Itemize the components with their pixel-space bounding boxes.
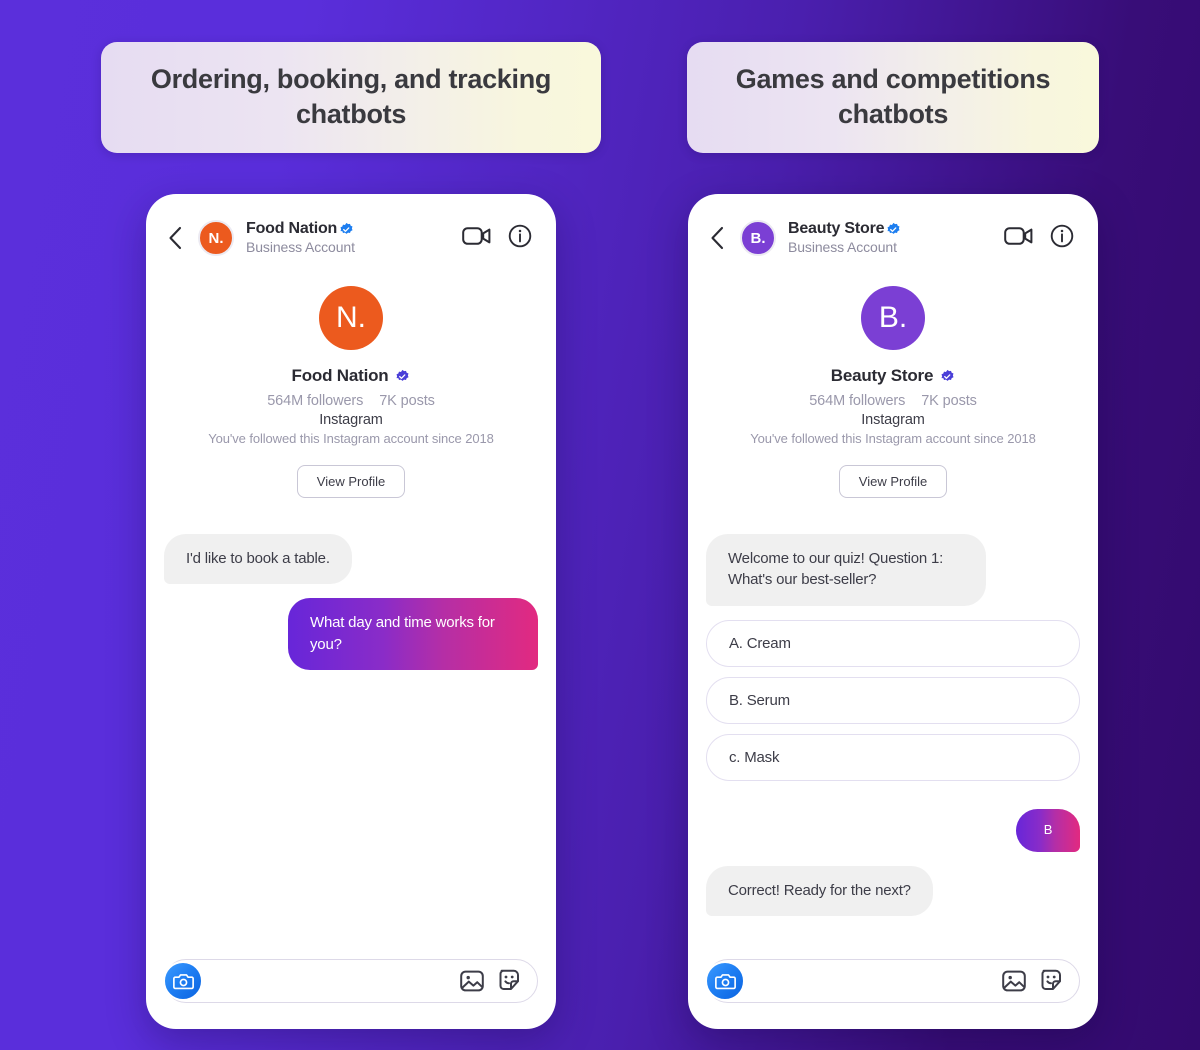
- sticker-icon[interactable]: [497, 968, 523, 994]
- sticker-icon[interactable]: [1039, 968, 1065, 994]
- camera-icon[interactable]: [705, 961, 745, 1002]
- photo-icon[interactable]: [459, 968, 485, 994]
- incoming-message-bubble: Correct! Ready for the next?: [706, 866, 933, 917]
- photo-icon[interactable]: [1001, 968, 1027, 994]
- profile-name: Beauty Store: [830, 366, 934, 386]
- composer-1: [146, 959, 556, 1029]
- outgoing-message-bubble: What day and time works for you?: [288, 598, 538, 670]
- message-row: B: [706, 808, 1080, 853]
- chevron-left-icon[interactable]: [164, 223, 186, 253]
- chat-title-block-2: Beauty Store Business Account: [788, 220, 992, 255]
- profile-stats: 564M followers 7K posts: [166, 393, 536, 409]
- message-row: I'd like to book a table.: [164, 534, 538, 585]
- info-circle-icon[interactable]: [1050, 224, 1074, 253]
- banner-title-1: Ordering, booking, and tracking chatbots: [150, 64, 552, 129]
- profile-block-1: N. Food Nation 564M followers 7K posts I…: [146, 264, 556, 499]
- profile-followers: 564M followers: [267, 393, 364, 410]
- profile-platform: Instagram: [319, 412, 383, 429]
- chat-messages-2: Welcome to our quiz! Question 1: What's …: [688, 498, 1098, 959]
- camera-icon[interactable]: [163, 961, 203, 1002]
- quiz-options: A. Cream B. Serum c. Mask: [706, 619, 1080, 781]
- panel-games-competitions: Games and competitions chatbots B. Beaut…: [687, 42, 1099, 1050]
- profile-posts: 7K posts: [921, 393, 977, 410]
- message-row: What day and time works for you?: [164, 598, 538, 670]
- chat-topbar-actions-1: [462, 224, 532, 253]
- chat-account-name: Beauty Store: [788, 220, 885, 238]
- avatar[interactable]: B.: [740, 220, 776, 257]
- panel-ordering-booking-tracking: Ordering, booking, and tracking chatbots…: [101, 42, 601, 1050]
- phone-mockup-2: B. Beauty Store Business Account B. Beau…: [688, 194, 1098, 1030]
- message-row: Correct! Ready for the next?: [706, 866, 1080, 917]
- chat-topbar-2: B. Beauty Store Business Account: [688, 194, 1098, 264]
- verified-badge-icon: [339, 222, 354, 237]
- verified-badge-icon: [940, 369, 955, 384]
- profile-avatar: N.: [319, 286, 383, 351]
- verified-badge-icon: [395, 369, 410, 384]
- message-input[interactable]: [217, 973, 459, 990]
- message-input[interactable]: [759, 973, 1001, 990]
- profile-followers: 564M followers: [809, 393, 906, 410]
- quiz-option-a[interactable]: A. Cream: [706, 619, 1080, 667]
- chat-topbar-actions-2: [1004, 224, 1074, 253]
- profile-since: You've followed this Instagram account s…: [208, 431, 494, 447]
- quiz-option-b[interactable]: B. Serum: [706, 676, 1080, 724]
- video-camera-icon[interactable]: [1004, 225, 1034, 252]
- verified-badge-icon: [886, 222, 901, 237]
- profile-platform: Instagram: [861, 412, 925, 429]
- profile-stats: 564M followers 7K posts: [708, 393, 1078, 409]
- chevron-left-icon[interactable]: [706, 223, 728, 253]
- outgoing-message-bubble: B: [1016, 808, 1080, 853]
- profile-block-2: B. Beauty Store 564M followers 7K posts: [688, 264, 1098, 499]
- view-profile-button[interactable]: View Profile: [296, 465, 406, 499]
- banner-card-1: Ordering, booking, and tracking chatbots: [101, 42, 601, 154]
- video-camera-icon[interactable]: [462, 225, 492, 252]
- profile-posts: 7K posts: [379, 393, 435, 410]
- chat-account-subtitle: Business Account: [788, 239, 897, 256]
- composer-icons-1: [459, 968, 523, 994]
- banner-title-2: Games and competitions chatbots: [735, 64, 1051, 129]
- view-profile-button[interactable]: View Profile: [838, 465, 948, 499]
- composer-2: [688, 959, 1098, 1029]
- profile-since: You've followed this Instagram account s…: [750, 431, 1036, 447]
- composer-icons-2: [1001, 968, 1065, 994]
- phone-mockup-1: N. Food Nation Business Account N. Food …: [146, 194, 556, 1030]
- chat-messages-1: I'd like to book a table. What day and t…: [146, 498, 556, 959]
- profile-name: Food Nation: [291, 366, 389, 386]
- chat-topbar-1: N. Food Nation Business Account: [146, 194, 556, 264]
- banner-card-2: Games and competitions chatbots: [687, 42, 1099, 154]
- profile-avatar: B.: [861, 286, 925, 351]
- incoming-message-bubble: Welcome to our quiz! Question 1: What's …: [706, 534, 986, 606]
- info-circle-icon[interactable]: [508, 224, 532, 253]
- composer-field-wrap: [163, 959, 538, 1004]
- message-row: Welcome to our quiz! Question 1: What's …: [706, 534, 1080, 606]
- incoming-message-bubble: I'd like to book a table.: [164, 534, 352, 585]
- quiz-option-c[interactable]: c. Mask: [706, 733, 1080, 781]
- board: Ordering, booking, and tracking chatbots…: [0, 0, 1200, 1050]
- chat-account-name: Food Nation: [246, 220, 338, 238]
- composer-field-wrap: [705, 959, 1080, 1004]
- chat-title-block-1: Food Nation Business Account: [246, 220, 450, 255]
- avatar[interactable]: N.: [198, 220, 234, 257]
- chat-account-subtitle: Business Account: [246, 239, 355, 256]
